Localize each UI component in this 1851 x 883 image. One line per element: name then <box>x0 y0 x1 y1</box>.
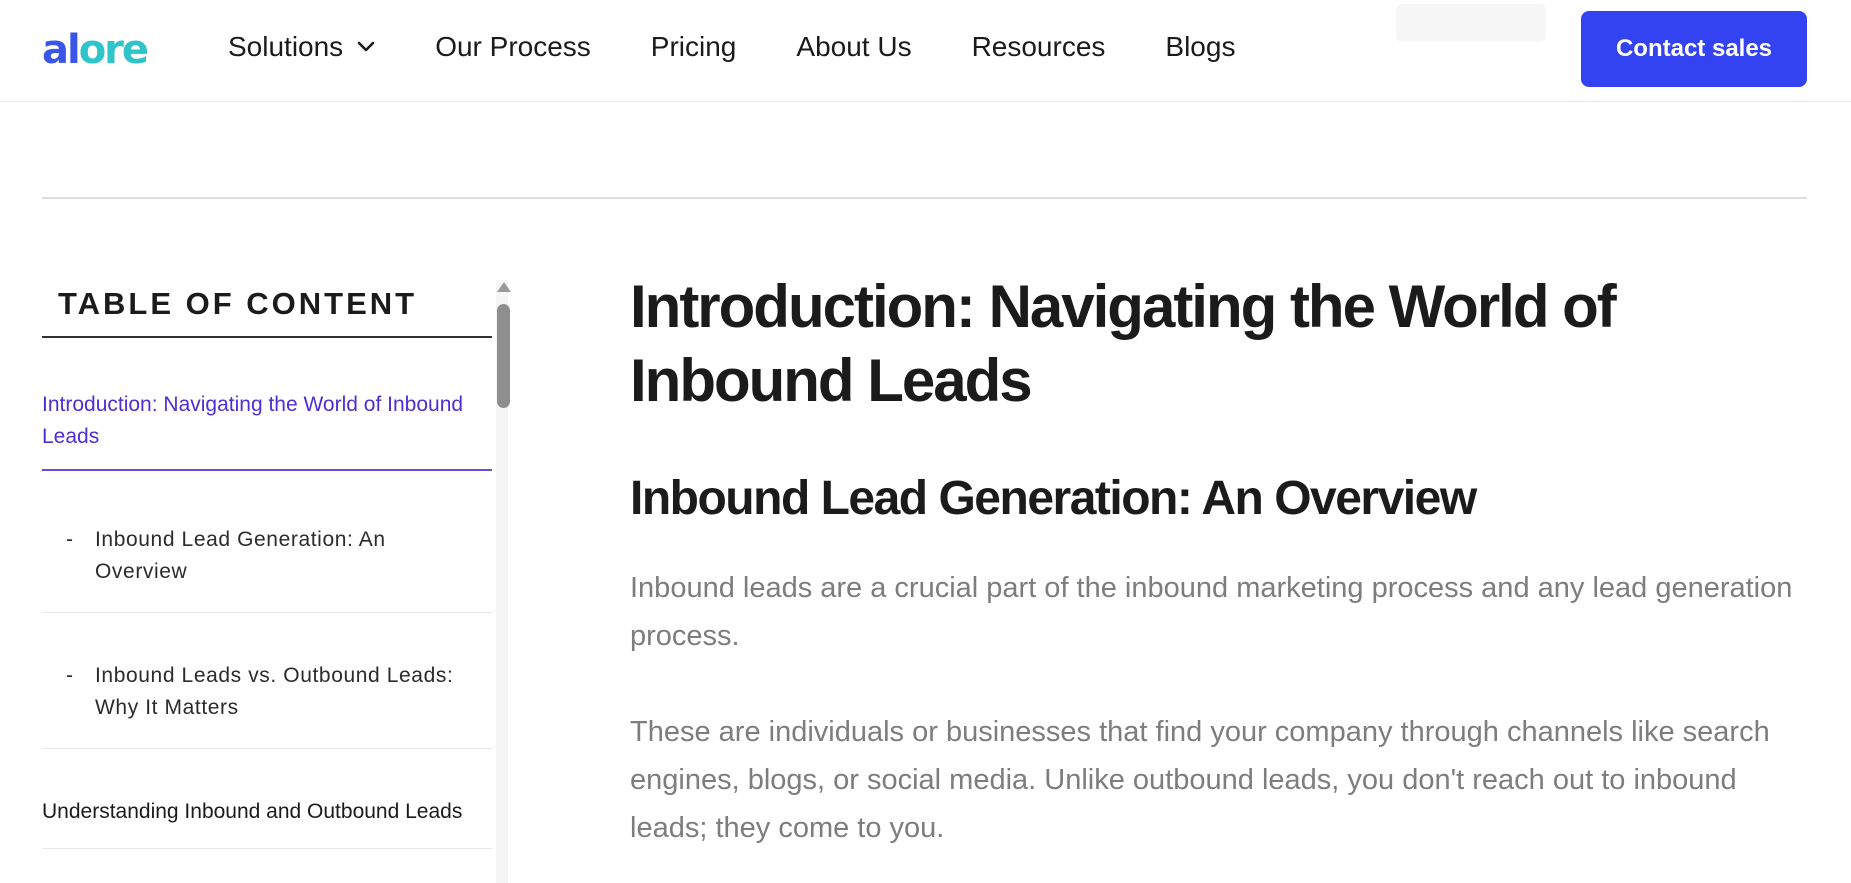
site-header: alore Solutions Our Process Pricing Abou… <box>0 0 1851 102</box>
toc-item-inbound-vs-outbound[interactable]: - Inbound Leads vs. Outbound Leads: Why … <box>42 660 492 749</box>
toc-separator <box>42 748 492 749</box>
article-paragraph: Inbound leads are a crucial part of the … <box>630 572 1793 652</box>
main-nav: Solutions Our Process Pricing About Us R… <box>228 26 1295 68</box>
nav-blogs[interactable]: Blogs <box>1165 31 1235 63</box>
logo-part-1: al <box>42 27 81 73</box>
contact-sales-button[interactable]: Contact sales <box>1581 11 1807 87</box>
nav-pricing[interactable]: Pricing <box>651 31 737 63</box>
toc-item-label: Inbound Lead Generation: An Overview <box>95 528 386 583</box>
nav-our-process[interactable]: Our Process <box>435 31 591 63</box>
toc-title: TABLE OF CONTENT <box>58 286 418 321</box>
section-heading: Inbound Lead Generation: An Overview <box>630 472 1477 525</box>
toc-item-label: Inbound Leads vs. Outbound Leads: Why It… <box>95 664 454 719</box>
toc-item-overview[interactable]: - Inbound Lead Generation: An Overview <box>42 524 492 613</box>
toc-bullet: - <box>66 664 74 687</box>
faded-header-element <box>1396 4 1546 42</box>
nav-solutions-label: Solutions <box>228 31 344 62</box>
toc-item-introduction[interactable]: Introduction: Navigating the World of In… <box>42 389 492 471</box>
toc-item-understanding[interactable]: Understanding Inbound and Outbound Leads <box>42 796 492 849</box>
article-title: Introduction: Navigating the World of In… <box>630 273 1617 414</box>
article-paragraph: These are individuals or businesses that… <box>630 716 1770 844</box>
toc-separator <box>42 612 492 613</box>
toc-item-label: Introduction: Navigating the World of In… <box>42 393 464 448</box>
toc-scrollbar-thumb[interactable] <box>497 304 510 408</box>
nav-solutions[interactable]: Solutions <box>228 31 375 63</box>
toc-bullet: - <box>66 528 74 551</box>
toc-item-label: Understanding Inbound and Outbound Leads <box>42 800 463 823</box>
chevron-down-icon <box>357 41 375 52</box>
toc-separator <box>42 848 492 849</box>
logo-part-2: ore <box>78 27 149 73</box>
alore-logo[interactable]: alore <box>42 26 149 74</box>
nav-resources[interactable]: Resources <box>972 31 1106 63</box>
toc-title-underline <box>42 336 492 338</box>
scroll-up-arrow-icon[interactable] <box>497 282 511 292</box>
toc-active-underline <box>42 469 492 471</box>
section-divider <box>42 197 1807 199</box>
nav-about-us[interactable]: About Us <box>796 31 911 63</box>
